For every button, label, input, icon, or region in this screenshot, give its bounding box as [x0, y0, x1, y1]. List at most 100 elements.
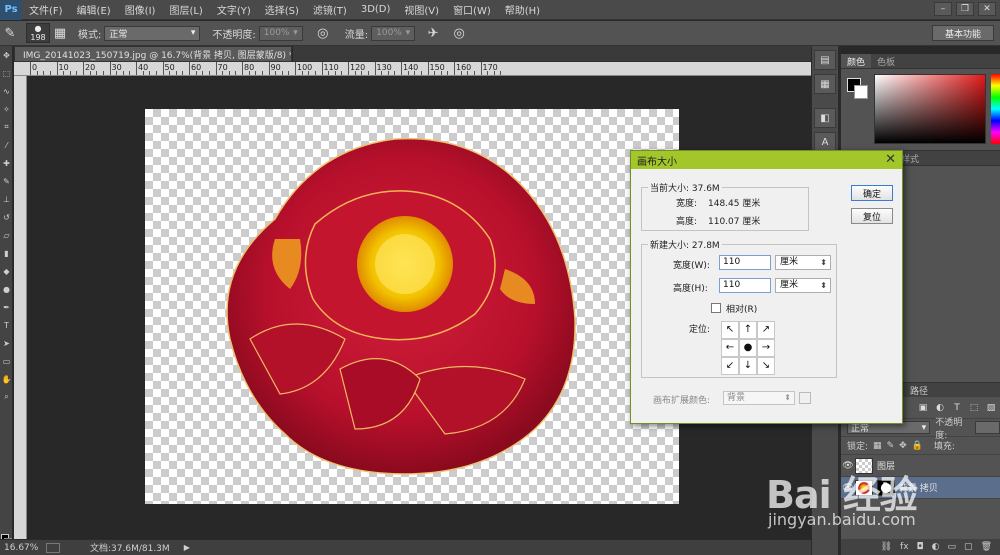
layer-row[interactable]: 👁 图层: [841, 455, 1000, 477]
height-unit-select[interactable]: 厘米 ⬍: [775, 278, 831, 293]
anchor-top-right[interactable]: ↗: [757, 321, 775, 339]
lock-image-icon[interactable]: ✎: [887, 441, 895, 451]
mode-select[interactable]: 正常 ▾: [104, 25, 201, 41]
airbrush-icon[interactable]: ✈: [423, 23, 443, 43]
pressure-opacity-icon[interactable]: ◎: [313, 23, 333, 43]
filter-type-icon[interactable]: T: [951, 402, 963, 414]
menu-select[interactable]: 选择(S): [258, 2, 306, 17]
tab-paths[interactable]: 路径: [910, 384, 928, 397]
delete-layer-icon[interactable]: 🗑: [981, 542, 992, 552]
close-icon[interactable]: ✕: [885, 152, 896, 167]
width-unit-select[interactable]: 厘米 ⬍: [775, 255, 831, 270]
add-mask-icon[interactable]: ◘: [917, 542, 924, 552]
move-tool-icon[interactable]: ✥: [0, 46, 13, 64]
layer-style-icon[interactable]: fx: [900, 542, 909, 552]
brush-preset-picker[interactable]: ● 198: [26, 23, 50, 43]
zoom-tool-icon[interactable]: ⌕: [0, 388, 13, 406]
menu-view[interactable]: 视图(V): [397, 2, 446, 17]
opacity-select[interactable]: 100% ▾: [258, 25, 303, 41]
filter-smart-icon[interactable]: ▧: [985, 402, 997, 414]
blur-tool-icon[interactable]: ◆: [0, 262, 13, 280]
height-input[interactable]: 110: [719, 278, 771, 293]
menu-file[interactable]: 文件(F): [22, 2, 70, 17]
document-canvas[interactable]: [145, 109, 679, 504]
character-panel-icon[interactable]: A: [814, 132, 836, 152]
eraser-tool-icon[interactable]: ▱: [0, 226, 13, 244]
brush-tool-icon[interactable]: ✎: [0, 172, 13, 190]
workspace-select[interactable]: 基本功能: [932, 25, 994, 41]
pen-tool-icon[interactable]: ✒: [0, 298, 13, 316]
dialog-titlebar[interactable]: 画布大小 ✕: [631, 151, 902, 169]
lock-all-icon[interactable]: 🔒: [912, 441, 923, 451]
anchor-bottom-right[interactable]: ↘: [757, 357, 775, 375]
anchor-bottom[interactable]: ↓: [739, 357, 757, 375]
lock-position-icon[interactable]: ✥: [899, 441, 907, 451]
extension-color-select[interactable]: 背景 ⬍: [723, 391, 795, 405]
tab-swatches[interactable]: 色板: [871, 54, 901, 68]
brush-tool-icon[interactable]: ✎: [0, 23, 20, 43]
menu-help[interactable]: 帮助(H): [498, 2, 547, 17]
menu-image[interactable]: 图像(I): [118, 2, 163, 17]
horizontal-ruler[interactable]: 0 10 20 30 40 50 60 70 80 90 100 110 120 130 140 150 160…: [14, 62, 811, 76]
minimize-button[interactable]: –: [934, 2, 952, 16]
extension-color-swatch[interactable]: [799, 392, 811, 404]
hue-slider[interactable]: [991, 74, 1000, 144]
relative-checkbox[interactable]: [711, 303, 721, 313]
width-input[interactable]: 110: [719, 255, 771, 270]
menu-3d[interactable]: 3D(D): [354, 4, 398, 15]
close-window-button[interactable]: ✕: [978, 2, 996, 16]
document-tab[interactable]: IMG_20141023_150719.jpg @ 16.7%(背景 拷贝, 图…: [14, 46, 292, 62]
menu-type[interactable]: 文字(Y): [210, 2, 258, 17]
history-brush-tool-icon[interactable]: ↺: [0, 208, 13, 226]
color-spectrum[interactable]: [874, 74, 986, 144]
shape-tool-icon[interactable]: ▭: [0, 352, 13, 370]
anchor-top[interactable]: ↑: [739, 321, 757, 339]
flow-select[interactable]: 100% ▾: [371, 25, 416, 41]
eyedropper-tool-icon[interactable]: ⁄: [0, 136, 13, 154]
lock-transparent-icon[interactable]: ▦: [873, 441, 882, 451]
filter-adjustment-icon[interactable]: ◐: [934, 402, 946, 414]
panel-background-swatch[interactable]: [854, 85, 868, 99]
properties-panel-icon[interactable]: ▦: [814, 74, 836, 94]
history-panel-icon[interactable]: ▤: [814, 50, 836, 70]
marquee-tool-icon[interactable]: ⬚: [0, 64, 13, 82]
anchor-top-left[interactable]: ↖: [721, 321, 739, 339]
layer-opacity-field[interactable]: [974, 421, 1000, 434]
filter-pixel-icon[interactable]: ▣: [917, 402, 929, 414]
menu-layer[interactable]: 图层(L): [162, 2, 209, 17]
layer-mask-thumbnail[interactable]: [877, 479, 895, 496]
path-select-tool-icon[interactable]: ➤: [0, 334, 13, 352]
zoom-level[interactable]: 16.67%: [0, 543, 40, 553]
dodge-tool-icon[interactable]: ●: [0, 280, 13, 298]
status-menu-arrow-icon[interactable]: ▶: [184, 543, 190, 552]
visibility-eye-icon[interactable]: 👁: [841, 483, 855, 493]
tab-color[interactable]: 颜色: [841, 54, 872, 68]
new-group-icon[interactable]: ▭: [948, 542, 957, 552]
anchor-left[interactable]: ←: [721, 339, 739, 357]
anchor-center[interactable]: ●: [739, 339, 757, 357]
restore-button[interactable]: ❐: [956, 2, 974, 16]
crop-tool-icon[interactable]: ⌗: [0, 118, 13, 136]
visibility-eye-icon[interactable]: 👁: [841, 461, 855, 471]
menu-window[interactable]: 窗口(W): [446, 2, 498, 17]
pressure-size-icon[interactable]: ◎: [449, 23, 469, 43]
export-status-icon[interactable]: [46, 542, 60, 553]
lasso-tool-icon[interactable]: ∿: [0, 82, 13, 100]
healing-tool-icon[interactable]: ✚: [0, 154, 13, 172]
filter-shape-icon[interactable]: ⬚: [968, 402, 980, 414]
magic-wand-tool-icon[interactable]: ✧: [0, 100, 13, 118]
anchor-bottom-left[interactable]: ↙: [721, 357, 739, 375]
hand-tool-icon[interactable]: ✋: [0, 370, 13, 388]
menu-edit[interactable]: 编辑(E): [70, 2, 118, 17]
menu-filter[interactable]: 滤镜(T): [306, 2, 354, 17]
reset-button[interactable]: 复位: [851, 208, 893, 224]
tool-presets-icon[interactable]: ◧: [814, 108, 836, 128]
brush-panel-toggle-icon[interactable]: ▦: [50, 23, 70, 43]
anchor-right[interactable]: →: [757, 339, 775, 357]
new-layer-icon[interactable]: ▢: [964, 542, 973, 552]
ok-button[interactable]: 确定: [851, 185, 893, 201]
stamp-tool-icon[interactable]: ⊥: [0, 190, 13, 208]
adjustment-layer-icon[interactable]: ◐: [932, 542, 940, 552]
vertical-ruler[interactable]: [14, 76, 27, 539]
type-tool-icon[interactable]: T: [0, 316, 13, 334]
